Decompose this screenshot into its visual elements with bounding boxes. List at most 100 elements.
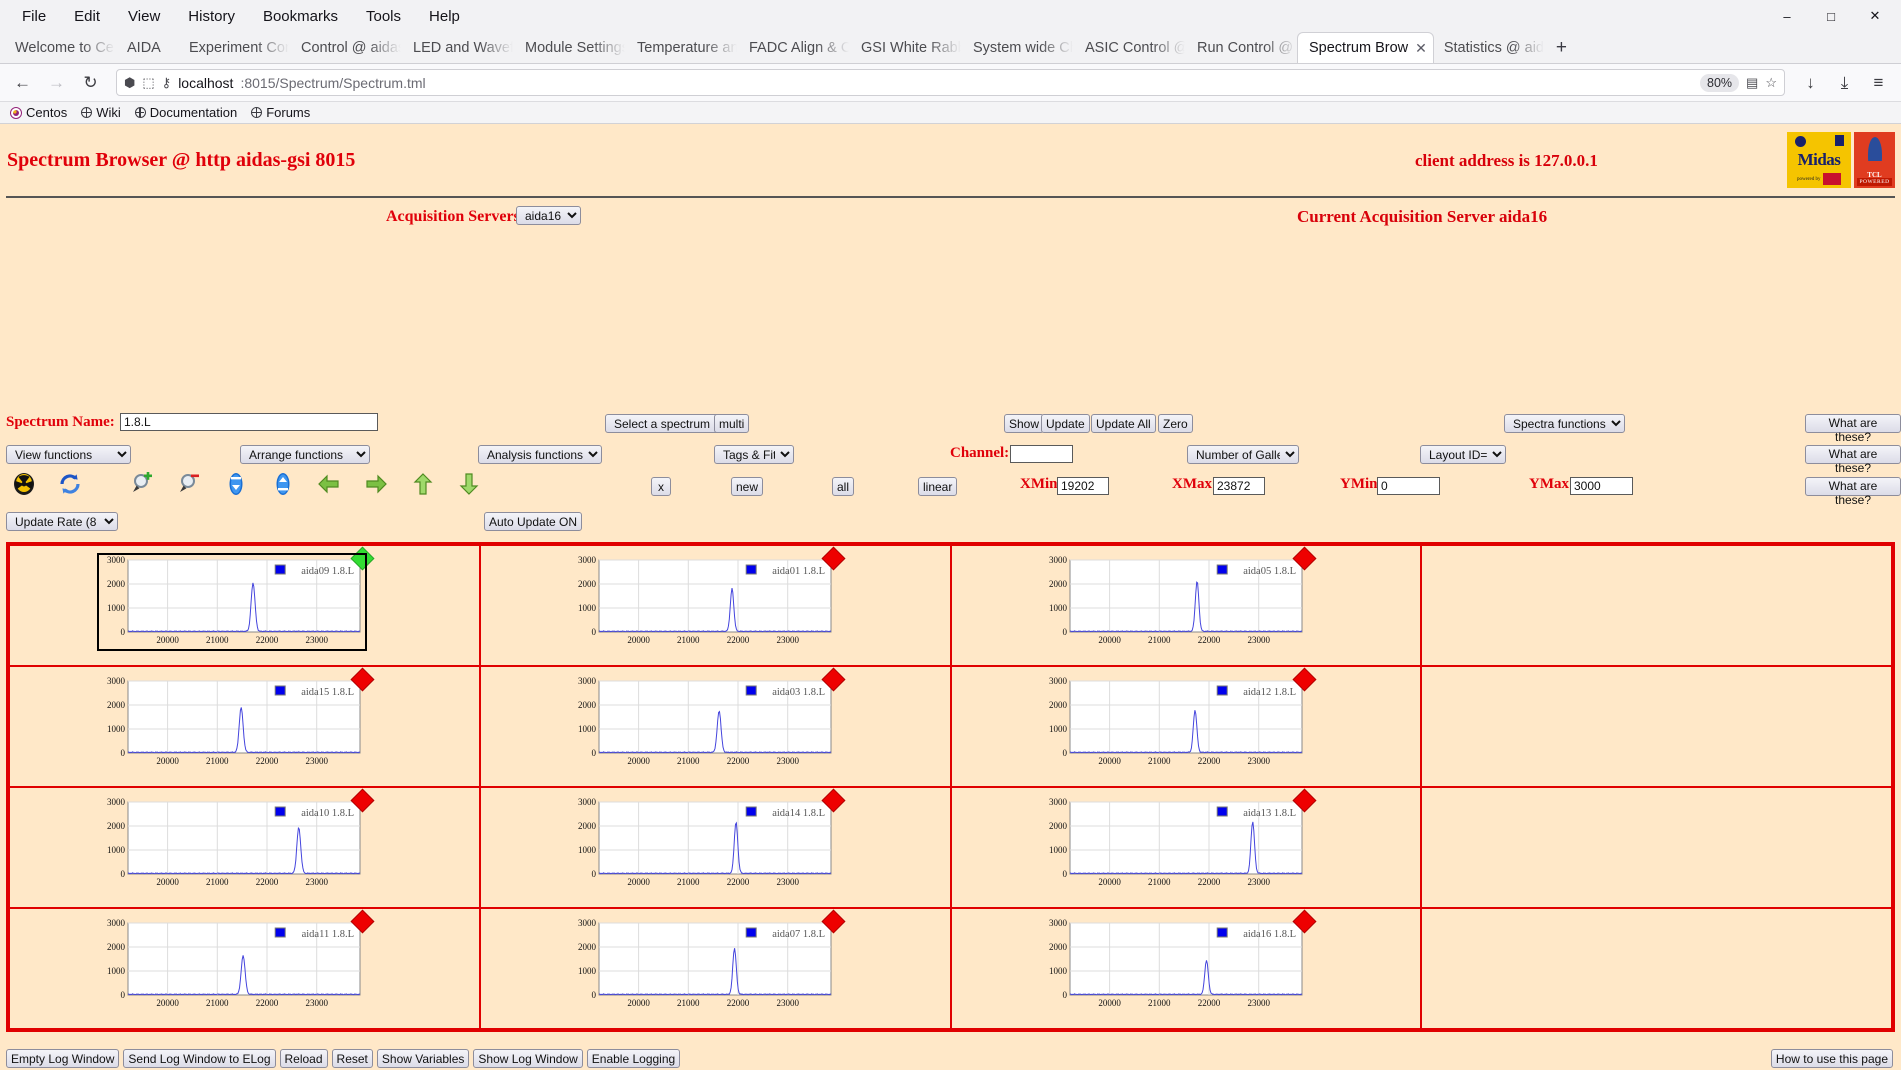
linear-button[interactable]: linear [918,477,958,496]
browser-tab-5[interactable]: Module Settings S [514,33,626,63]
log-button-show-log-window[interactable]: Show Log Window [473,1049,583,1068]
bookmark-documentation[interactable]: Documentation [134,105,237,120]
browser-tab-1[interactable]: AIDA [116,33,178,63]
spectrum-cell-r4c3[interactable]: 0 1000 2000 3000 20000 21000 22000 23000 aida16 … [949,907,1423,1030]
url-bar[interactable]: ⬢ ⬚ ⚷ localhost:8015/Spectrum/Spectrum.t… [116,69,1785,96]
update-rate-dropdown[interactable]: Update Rate (8 secs) [6,512,118,531]
update-all-button[interactable]: Update All [1091,414,1156,433]
zoom-out-icon[interactable] [178,472,204,498]
browser-tab-9[interactable]: System wide Che [962,33,1074,63]
browser-tab-6[interactable]: Temperature and [626,33,738,63]
log-button-reset[interactable]: Reset [331,1049,373,1068]
forward-icon[interactable]: → [44,70,69,95]
bookmark-forums[interactable]: Forums [251,105,310,120]
maximize-button[interactable]: □ [1809,1,1853,31]
menu-item-file[interactable]: File [8,4,60,29]
update-button[interactable]: Update [1041,414,1090,433]
layout-id-dropdown[interactable]: Layout ID=3 [1420,445,1506,464]
expand-vertical-up-icon[interactable] [271,472,297,498]
tags-and-fits-dropdown[interactable]: Tags & Fits [714,445,794,464]
spectrum-plot-aida11[interactable]: 0 1000 2000 3000 20000 21000 22000 23000 aida11 … [98,917,366,1013]
browser-tab-0[interactable]: Welcome to Cent [4,33,116,63]
arrow-left-icon[interactable] [317,472,343,498]
tab-close-icon[interactable]: ✕ [1415,41,1427,55]
all-button[interactable]: all [832,477,854,496]
log-button-enable-logging[interactable]: Enable Logging [586,1049,681,1068]
spectrum-cell-r3c1[interactable]: 0 1000 2000 3000 20000 21000 22000 23000 aida10 … [8,786,481,909]
zero-button[interactable]: Zero [1158,414,1193,433]
menu-item-history[interactable]: History [174,4,249,29]
spectrum-plot-aida13[interactable]: 0 1000 2000 3000 20000 21000 22000 23000 aida13 … [1040,796,1308,892]
spectrum-plot-aida03[interactable]: 0 1000 2000 3000 20000 21000 22000 23000 aida03 … [569,675,837,771]
menu-item-tools[interactable]: Tools [352,4,415,29]
select-a-spectrum-dropdown[interactable]: Select a spectrum [605,414,730,433]
x-axis-button[interactable]: x [651,477,671,496]
pocket-icon[interactable]: ↓ [1798,70,1823,95]
bookmark-star-icon[interactable]: ☆ [1765,75,1777,91]
what-are-these-button-3[interactable]: What are these? [1805,477,1901,507]
browser-tab-4[interactable]: LED and Wavefor [402,33,514,63]
page-info-icon[interactable]: ⬚ [142,75,154,91]
browser-tab-7[interactable]: FADC Align & Co [738,33,850,63]
spectrum-cell-r1c2[interactable]: 0 1000 2000 3000 20000 21000 22000 23000 aida01 … [478,544,952,667]
arrow-up-icon[interactable] [411,472,437,498]
show-button[interactable]: Show [1004,414,1045,433]
spectrum-cell-r1c3[interactable]: 0 1000 2000 3000 20000 21000 22000 23000 aida05 … [949,544,1423,667]
minimize-button[interactable]: – [1765,1,1809,31]
downloads-icon[interactable]: ⤓ [1832,70,1857,95]
spectrum-cell-r3c3[interactable]: 0 1000 2000 3000 20000 21000 22000 23000 aida13 … [949,786,1423,909]
reload-icon[interactable]: ↻ [78,70,103,95]
multi-button[interactable]: multi [714,414,750,433]
menu-item-bookmarks[interactable]: Bookmarks [249,4,352,29]
menu-item-help[interactable]: Help [415,4,474,29]
refresh-icon[interactable] [58,472,84,498]
spectrum-cell-r3c4[interactable] [1420,786,1893,909]
number-of-galleries-dropdown[interactable]: Number of Galleries [1187,445,1299,464]
spectrum-cell-r1c1[interactable]: 0 1000 2000 3000 20000 21000 22000 23000 aida09 … [8,544,481,667]
spectrum-name-input[interactable] [120,413,378,431]
close-window-button[interactable]: ✕ [1853,1,1897,31]
browser-tab-2[interactable]: Experiment Contr [178,33,290,63]
menu-item-edit[interactable]: Edit [60,4,114,29]
browser-tab-13[interactable]: Statistics @ aidas [1433,33,1545,63]
spectrum-cell-r2c4[interactable] [1420,665,1893,788]
log-button-empty-log-window[interactable]: Empty Log Window [6,1049,120,1068]
ymax-input[interactable] [1570,477,1633,495]
new-button[interactable]: new [731,477,764,496]
spectrum-cell-r2c3[interactable]: 0 1000 2000 3000 20000 21000 22000 23000 aida12 … [949,665,1423,788]
arrow-down-icon[interactable] [457,472,483,498]
spectrum-cell-r4c2[interactable]: 0 1000 2000 3000 20000 21000 22000 23000 aida07 … [478,907,952,1030]
channel-input[interactable] [1010,445,1073,463]
browser-tab-12[interactable]: Spectrum Brow ✕ [1298,33,1433,63]
xmax-input[interactable] [1213,477,1265,495]
auto-update-toggle-button[interactable]: Auto Update ON [484,512,583,531]
arrow-right-icon[interactable] [364,472,390,498]
radiation-icon[interactable] [12,472,38,498]
spectra-functions-dropdown[interactable]: Spectra functions [1504,414,1625,433]
zoom-in-icon[interactable] [131,471,157,498]
spectrum-cell-r2c1[interactable]: 0 1000 2000 3000 20000 21000 22000 23000 aida15 … [8,665,481,788]
expand-vertical-down-icon[interactable] [224,472,250,498]
analysis-functions-dropdown[interactable]: Analysis functions [478,445,602,464]
xmin-input[interactable] [1057,477,1109,495]
spectrum-cell-r3c2[interactable]: 0 1000 2000 3000 20000 21000 22000 23000 aida14 … [478,786,952,909]
browser-tab-11[interactable]: Run Control @ ai [1186,33,1298,63]
spectrum-cell-r2c2[interactable]: 0 1000 2000 3000 20000 21000 22000 23000 aida03 … [478,665,952,788]
spectrum-cell-r1c4[interactable] [1420,544,1893,667]
view-functions-dropdown[interactable]: View functions [6,445,131,464]
app-menu-icon[interactable]: ≡ [1866,70,1891,95]
what-are-these-button-1[interactable]: What are these? [1805,414,1901,444]
spectrum-plot-aida01[interactable]: 0 1000 2000 3000 20000 21000 22000 23000 aida01 … [569,554,837,650]
bookmark-wiki[interactable]: Wiki [81,105,121,120]
spectrum-cell-r4c1[interactable]: 0 1000 2000 3000 20000 21000 22000 23000 aida11 … [8,907,481,1030]
spectrum-plot-aida14[interactable]: 0 1000 2000 3000 20000 21000 22000 23000 aida14 … [569,796,837,892]
browser-tab-3[interactable]: Control @ aidas- [290,33,402,63]
arrange-functions-dropdown[interactable]: Arrange functions [240,445,370,464]
acquisition-server-select[interactable]: aida16 [516,206,581,225]
bookmark-centos[interactable]: Centos [10,105,67,120]
ymin-input[interactable] [1377,477,1440,495]
reader-mode-icon[interactable]: ▤ [1746,75,1758,91]
spectrum-plot-aida09[interactable]: 0 1000 2000 3000 20000 21000 22000 23000 aida09 … [98,554,366,650]
new-tab-button[interactable]: + [1545,33,1578,63]
spectrum-plot-aida07[interactable]: 0 1000 2000 3000 20000 21000 22000 23000 aida07 … [569,917,837,1013]
